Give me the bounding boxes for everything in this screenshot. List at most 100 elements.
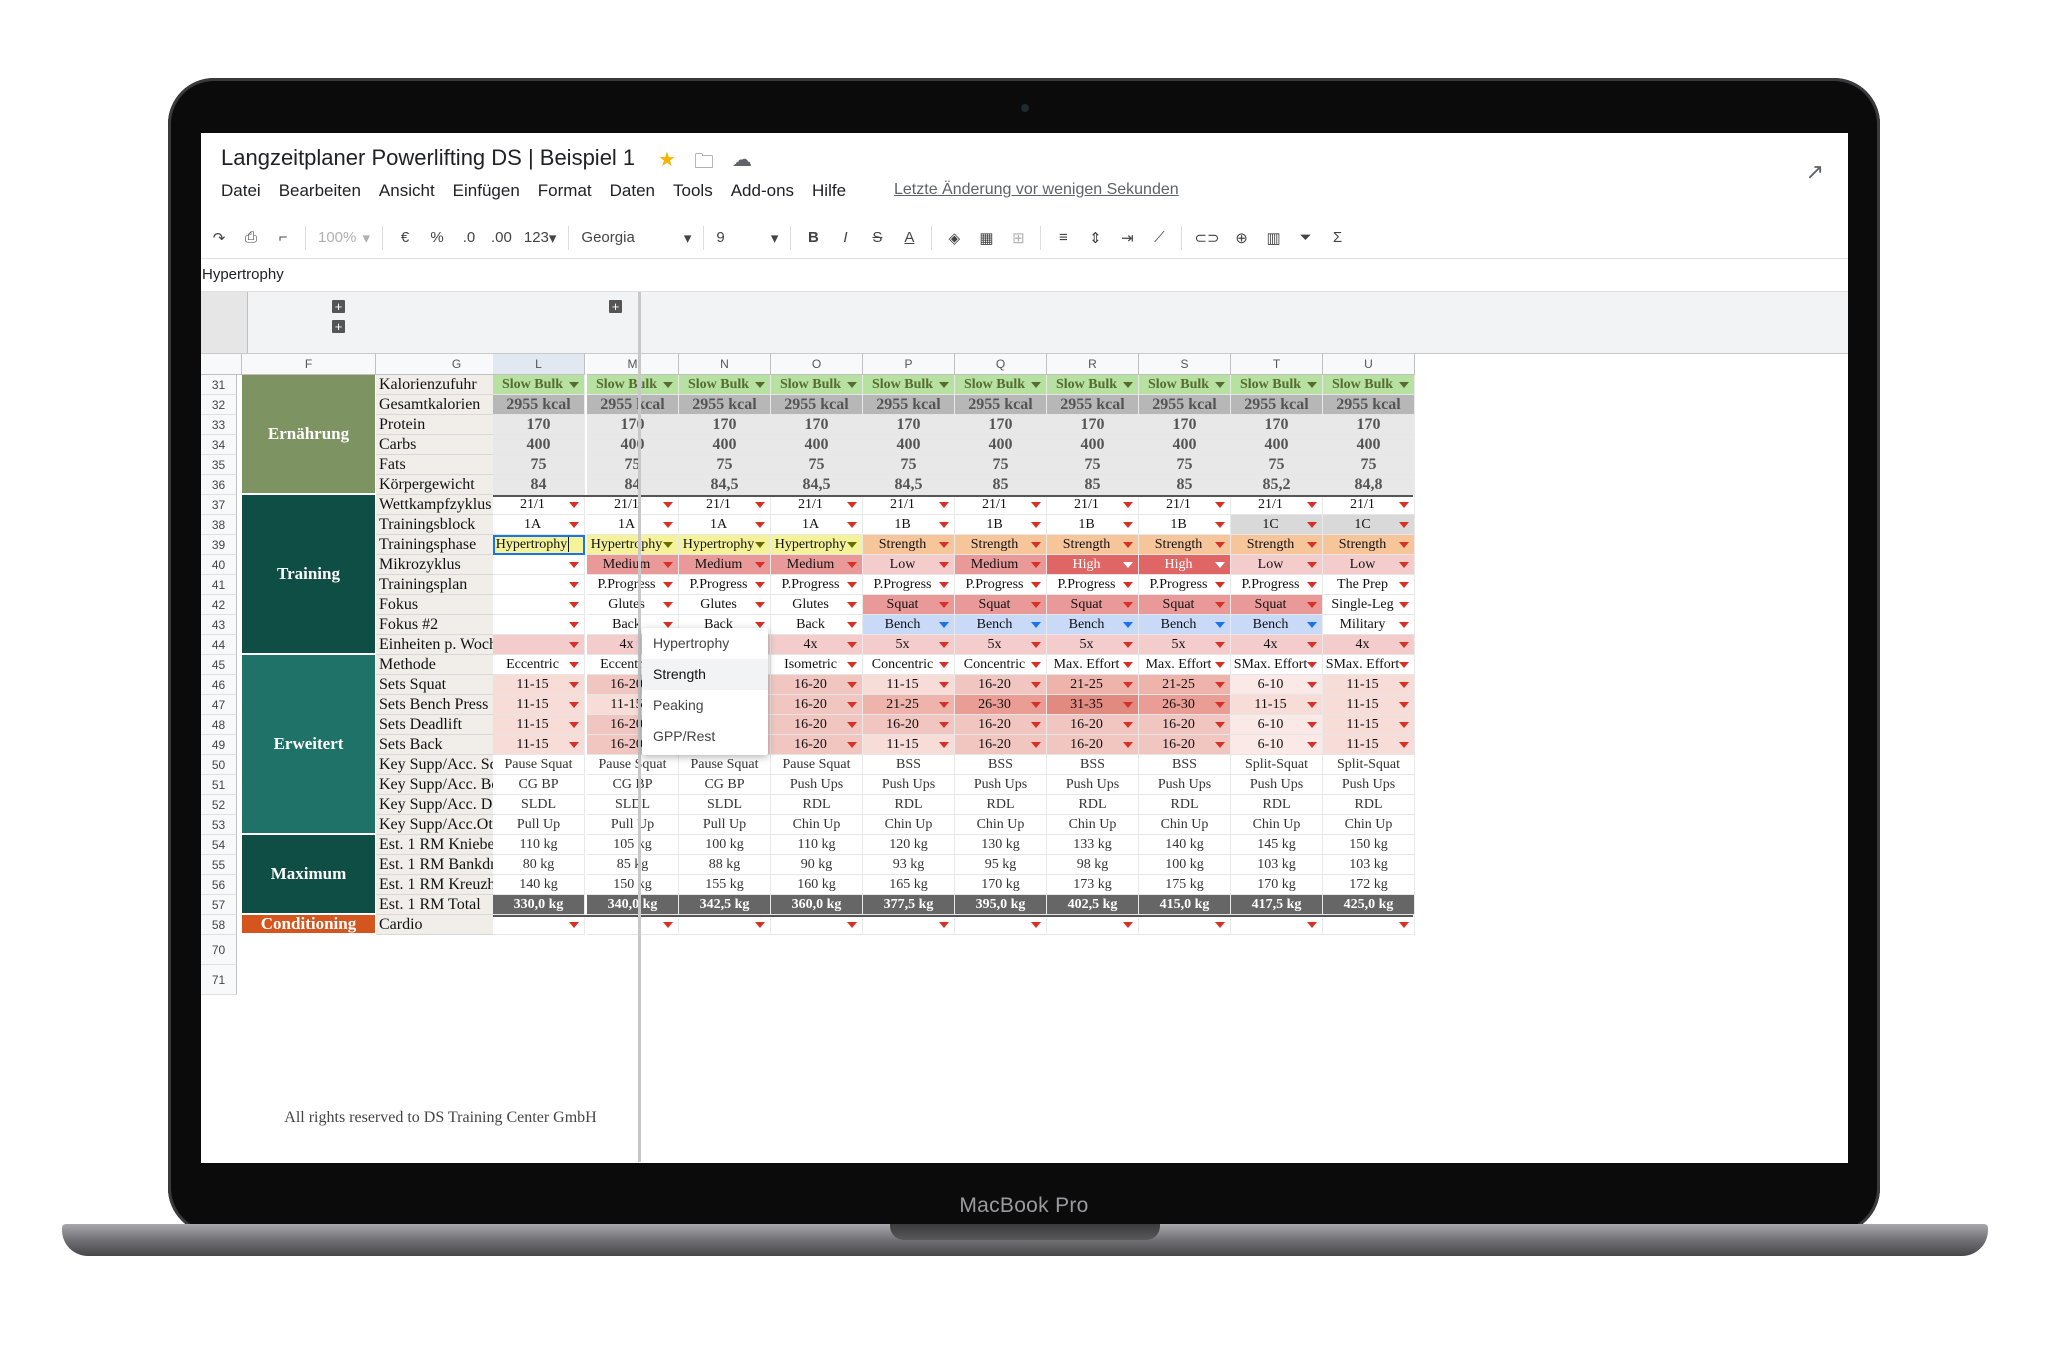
data-cell[interactable]: 340,0 kg: [587, 895, 679, 915]
data-cell[interactable]: Hypertrophy: [679, 535, 771, 555]
dropdown-arrow-icon[interactable]: [1123, 541, 1133, 548]
data-cell[interactable]: Pull Up: [493, 815, 585, 835]
data-cell[interactable]: 100 kg: [1139, 855, 1231, 875]
data-cell[interactable]: P.Progress: [1047, 575, 1139, 595]
data-cell[interactable]: 75: [1323, 455, 1415, 475]
data-cell[interactable]: 170 kg: [1231, 875, 1323, 895]
dropdown-arrow-icon[interactable]: [1031, 541, 1041, 548]
borders-icon[interactable]: ▦: [976, 229, 996, 247]
data-cell[interactable]: 75: [771, 455, 863, 475]
row-header[interactable]: 55: [201, 855, 237, 875]
dropdown-arrow-icon[interactable]: [939, 701, 949, 708]
star-icon[interactable]: ★: [658, 147, 676, 181]
data-cell[interactable]: RDL: [955, 795, 1047, 815]
data-cell[interactable]: 85: [955, 475, 1047, 495]
horizontal-align-icon[interactable]: ≡: [1053, 229, 1073, 246]
data-cell[interactable]: [493, 635, 585, 655]
row-header[interactable]: 70: [201, 935, 237, 965]
data-cell[interactable]: [771, 915, 863, 935]
zoom-select[interactable]: 100% ▾: [318, 229, 370, 247]
dropdown-arrow-icon[interactable]: [569, 501, 579, 508]
dropdown-arrow-icon[interactable]: [1215, 681, 1225, 688]
dropdown-arrow-icon[interactable]: [847, 721, 857, 728]
data-cell[interactable]: 400: [679, 435, 771, 455]
dropdown-arrow-icon[interactable]: [1307, 381, 1317, 388]
data-cell[interactable]: Max. Effort: [1139, 655, 1231, 675]
data-cell[interactable]: 1C: [1231, 515, 1323, 535]
data-cell[interactable]: Push Ups: [1139, 775, 1231, 795]
data-cell[interactable]: CG BP: [679, 775, 771, 795]
data-cell[interactable]: 170: [863, 415, 955, 435]
dropdown-arrow-icon[interactable]: [569, 741, 579, 748]
data-cell[interactable]: Pause Squat: [587, 755, 679, 775]
italic-button[interactable]: I: [835, 229, 855, 246]
dropdown-arrow-icon[interactable]: [1031, 741, 1041, 748]
data-cell[interactable]: [493, 615, 585, 635]
dropdown-arrow-icon[interactable]: [939, 921, 949, 928]
data-cell[interactable]: 103 kg: [1323, 855, 1415, 875]
data-cell[interactable]: 150 kg: [1323, 835, 1415, 855]
dropdown-arrow-icon[interactable]: [847, 641, 857, 648]
last-edit-link[interactable]: Letzte Änderung vor wenigen Sekunden: [894, 181, 1179, 199]
row-header[interactable]: 46: [201, 675, 237, 695]
data-cell[interactable]: Bench: [1231, 615, 1323, 635]
filter-icon[interactable]: ⏷: [1296, 229, 1316, 246]
row-header[interactable]: 56: [201, 875, 237, 895]
data-cell[interactable]: Max. Effort: [1047, 655, 1139, 675]
data-cell[interactable]: [679, 915, 771, 935]
data-cell[interactable]: 75: [955, 455, 1047, 475]
data-cell[interactable]: Military: [1323, 615, 1415, 635]
font-select[interactable]: Georgia ▾: [581, 229, 691, 247]
data-cell[interactable]: Hypertrophy: [771, 535, 863, 555]
dropdown-arrow-icon[interactable]: [1215, 621, 1225, 628]
data-cell[interactable]: 400: [493, 435, 585, 455]
text-rotation-icon[interactable]: ⟋: [1149, 229, 1169, 246]
data-cell[interactable]: CG BP: [587, 775, 679, 795]
dropdown-arrow-icon[interactable]: [755, 581, 765, 588]
dropdown-arrow-icon[interactable]: [663, 501, 673, 508]
move-folder-icon[interactable]: 🗀: [694, 147, 714, 181]
dropdown-arrow-icon[interactable]: [939, 661, 949, 668]
dropdown-arrow-icon[interactable]: [1215, 561, 1225, 568]
dropdown-arrow-icon[interactable]: [755, 921, 765, 928]
dropdown-arrow-icon[interactable]: [1399, 501, 1409, 508]
data-cell[interactable]: 170: [955, 415, 1047, 435]
dropdown-arrow-icon[interactable]: [939, 741, 949, 748]
dropdown-arrow-icon[interactable]: [1399, 661, 1409, 668]
dropdown-arrow-icon[interactable]: [1307, 721, 1317, 728]
data-cell[interactable]: Hypertrophy: [493, 535, 585, 555]
data-cell[interactable]: 1B: [1047, 515, 1139, 535]
row-header[interactable]: 48: [201, 715, 237, 735]
dropdown-arrow-icon[interactable]: [755, 561, 765, 568]
dropdown-arrow-icon[interactable]: [1399, 581, 1409, 588]
data-cell[interactable]: Isometric: [771, 655, 863, 675]
data-cell[interactable]: 11-15: [1231, 695, 1323, 715]
dropdown-arrow-icon[interactable]: [663, 381, 673, 388]
dropdown-arrow-icon[interactable]: [1123, 741, 1133, 748]
data-cell[interactable]: 6-10: [1231, 715, 1323, 735]
data-cell[interactable]: Bench: [955, 615, 1047, 635]
dropdown-arrow-icon[interactable]: [1307, 521, 1317, 528]
data-cell[interactable]: 5x: [1047, 635, 1139, 655]
column-header-m[interactable]: M: [587, 354, 679, 375]
data-cell[interactable]: 120 kg: [863, 835, 955, 855]
row-header[interactable]: 37: [201, 495, 237, 515]
data-cell[interactable]: Glutes: [587, 595, 679, 615]
dropdown-arrow-icon[interactable]: [939, 561, 949, 568]
dropdown-arrow-icon[interactable]: [847, 661, 857, 668]
row-header[interactable]: 40: [201, 555, 237, 575]
data-cell[interactable]: 21-25: [1139, 675, 1231, 695]
dropdown-arrow-icon[interactable]: [1123, 561, 1133, 568]
data-cell[interactable]: Slow Bulk: [679, 375, 771, 395]
data-cell[interactable]: Chin Up: [1323, 815, 1415, 835]
dropdown-option-hypertrophy[interactable]: Hypertrophy: [642, 628, 768, 659]
data-cell[interactable]: Strength: [1231, 535, 1323, 555]
cloud-status-icon[interactable]: ☁: [732, 147, 752, 181]
data-cell[interactable]: Push Ups: [955, 775, 1047, 795]
dropdown-arrow-icon[interactable]: [939, 541, 949, 548]
data-cell[interactable]: 11-15: [493, 695, 585, 715]
data-cell[interactable]: 400: [1047, 435, 1139, 455]
data-cell[interactable]: 4x: [771, 635, 863, 655]
data-cell[interactable]: 16-20: [771, 675, 863, 695]
data-cell[interactable]: 170: [1323, 415, 1415, 435]
